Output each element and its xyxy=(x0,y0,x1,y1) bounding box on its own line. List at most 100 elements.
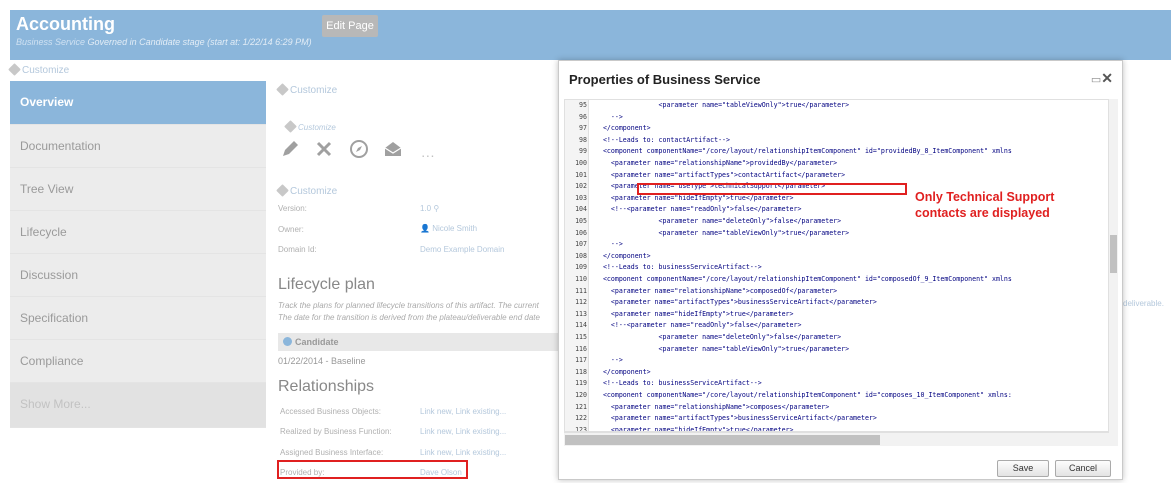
customize-link[interactable]: Customize xyxy=(8,63,69,76)
line-number: 114 xyxy=(575,321,587,330)
compass-icon[interactable] xyxy=(347,138,371,162)
line-number: 100 xyxy=(575,159,587,167)
annotation-text: Only Technical Support contacts are disp… xyxy=(915,190,1055,220)
domain-value[interactable]: Demo Example Domain xyxy=(420,245,504,254)
wrench-icon xyxy=(284,120,297,133)
line-number: 119 xyxy=(575,379,587,388)
code-line: <parameter name="tableViewOnly">true</pa… xyxy=(595,228,850,237)
code-line: <!--<parameter name="readOnly">false</pa… xyxy=(595,321,802,330)
close-icon[interactable]: ✕ xyxy=(1101,70,1113,86)
line-number: 103 xyxy=(575,193,587,202)
line-number: 121 xyxy=(575,402,587,411)
dialog-window-controls: ▭✕ xyxy=(1091,70,1113,87)
wrench-icon xyxy=(276,83,289,96)
code-line: <!--Leads to: businessServiceArtifact--> xyxy=(595,263,762,272)
relationship-label: Accessed Business Objects: xyxy=(280,407,381,416)
artifact-type: Business Service xyxy=(16,37,86,47)
owner-label: Owner: xyxy=(278,225,304,234)
lifecycle-plan-heading: Lifecycle plan xyxy=(278,276,375,293)
code-line: <!--Leads to: businessServiceArtifact--> xyxy=(595,379,762,388)
lifecycle-plan-description: Track the plans for planned lifecycle tr… xyxy=(278,301,540,322)
customize-link[interactable]: Customize xyxy=(276,184,337,197)
line-number: 116 xyxy=(575,344,587,353)
xml-code-editor[interactable]: 95 <parameter name="tableViewOnly">true<… xyxy=(564,99,1109,432)
line-number: 110 xyxy=(575,275,587,283)
line-number: 111 xyxy=(575,286,587,295)
line-number: 99 xyxy=(579,147,587,156)
sidebar-item-overview[interactable]: Overview xyxy=(10,81,266,125)
page-subtitle: Business Service Governed in Candidate s… xyxy=(16,37,312,47)
code-line: --> xyxy=(595,356,623,365)
relationships-heading: Relationships xyxy=(278,378,375,395)
baseline-entry: 01/22/2014 - Baseline xyxy=(278,356,366,366)
page-title: Accounting xyxy=(16,14,115,34)
relationship-label: Realized by Business Function: xyxy=(280,427,392,436)
line-number: 95 xyxy=(579,101,587,109)
sidebar-item-lifecycle[interactable]: Lifecycle xyxy=(10,211,266,254)
scrollbar-thumb[interactable] xyxy=(565,435,880,445)
code-line: <parameter name="relationshipName">compo… xyxy=(595,402,830,411)
code-line: <parameter name="artifactTypes">contactA… xyxy=(595,170,846,179)
line-number: 117 xyxy=(575,356,587,365)
domain-label: Domain Id: xyxy=(278,245,317,254)
ellipsis-icon[interactable]: ··· xyxy=(416,143,440,167)
relationship-links[interactable]: Link new, Link existing... xyxy=(420,407,506,416)
code-line: </component> xyxy=(595,367,651,376)
wrench-icon xyxy=(8,63,21,76)
owner-value[interactable]: 👤 Nicole Smith xyxy=(420,224,477,233)
relationship-links[interactable]: Link new, Link existing... xyxy=(420,448,506,457)
line-number: 120 xyxy=(575,391,587,399)
sidebar: Overview Documentation Tree View Lifecyc… xyxy=(10,81,266,428)
line-number: 101 xyxy=(575,170,587,179)
code-line: <parameter name="hideIfEmpty">true</para… xyxy=(595,309,794,318)
code-line: --> xyxy=(595,112,623,121)
sidebar-item-show-more[interactable]: Show More... xyxy=(10,383,266,428)
sidebar-item-compliance[interactable]: Compliance xyxy=(10,340,266,383)
line-number: 104 xyxy=(575,205,587,214)
cancel-button[interactable]: Cancel xyxy=(1055,460,1111,477)
sidebar-item-discussion[interactable]: Discussion xyxy=(10,254,266,297)
code-line: <parameter name="tableViewOnly">true</pa… xyxy=(595,344,850,353)
code-line: <component componentName="/core/layout/r… xyxy=(595,391,1012,399)
stage-header: Candidate xyxy=(278,333,558,351)
edit-page-button[interactable]: Edit Page xyxy=(322,15,378,37)
deliverable-link[interactable]: deliverable. xyxy=(1123,299,1164,308)
code-line: <component componentName="/core/layout/r… xyxy=(595,275,1012,283)
code-line: <parameter name="deleteOnly">false</para… xyxy=(595,217,842,225)
highlight-box xyxy=(277,460,468,479)
code-line: <!--<parameter name="readOnly">false</pa… xyxy=(595,205,802,214)
stage-dot-icon xyxy=(283,337,292,346)
sidebar-item-documentation[interactable]: Documentation xyxy=(10,125,266,168)
scrollbar-thumb[interactable] xyxy=(1110,235,1117,273)
customize-link[interactable]: Customize xyxy=(284,120,336,133)
code-line: <parameter name="artifactTypes">business… xyxy=(595,414,877,423)
wrench-icon xyxy=(276,184,289,197)
version-label: Version: xyxy=(278,204,307,213)
properties-dialog: Properties of Business Service ▭✕ 95 <pa… xyxy=(558,60,1123,480)
line-number: 122 xyxy=(575,414,587,423)
x-icon[interactable] xyxy=(312,138,336,162)
horizontal-scrollbar[interactable] xyxy=(564,432,1109,446)
code-line: </component> xyxy=(595,124,651,133)
line-number: 96 xyxy=(579,112,587,121)
code-line: </component> xyxy=(595,251,651,260)
sidebar-item-tree-view[interactable]: Tree View xyxy=(10,168,266,211)
pencil-icon[interactable] xyxy=(278,138,302,162)
version-value: 1.0 ⚲ xyxy=(420,204,440,213)
dialog-title: Properties of Business Service xyxy=(569,72,761,87)
page-header: Accounting Business Service Governed in … xyxy=(10,10,1171,60)
vertical-scrollbar[interactable] xyxy=(1109,99,1118,446)
relationship-links[interactable]: Link new, Link existing... xyxy=(420,427,506,436)
customize-link[interactable]: Customize xyxy=(276,83,337,96)
sidebar-item-specification[interactable]: Specification xyxy=(10,297,266,340)
line-number: 112 xyxy=(575,298,587,307)
envelope-icon[interactable] xyxy=(381,138,405,162)
save-button[interactable]: Save xyxy=(997,460,1049,477)
code-line: --> xyxy=(595,240,623,249)
search-icon[interactable]: ⚲ xyxy=(433,204,439,213)
line-number: 98 xyxy=(579,135,587,144)
code-line: <parameter name="relationshipName">compo… xyxy=(595,286,838,295)
code-line: <parameter name="relationshipName">provi… xyxy=(595,159,838,167)
maximize-icon[interactable]: ▭ xyxy=(1091,74,1101,86)
line-number: 115 xyxy=(575,333,587,341)
